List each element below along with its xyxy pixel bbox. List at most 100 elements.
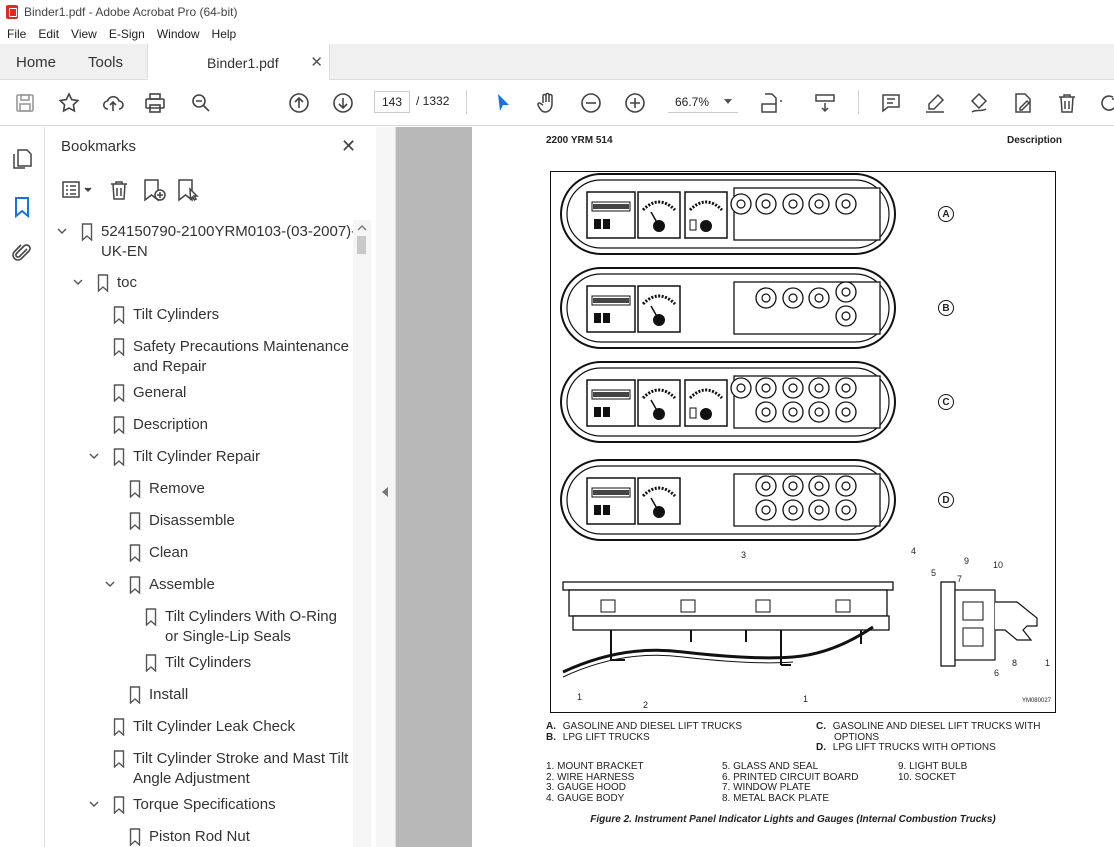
bookmark-item[interactable]: Clean [105,543,363,563]
close-tab-icon[interactable]: ✕ [310,53,323,71]
bookmark-star-icon[interactable] [56,90,82,116]
page-number-input[interactable]: 143 [374,91,410,113]
bookmark-item[interactable]: Remove [105,479,363,499]
next-page-icon[interactable] [330,90,356,116]
bookmark-item[interactable]: Torque Specifications [89,795,363,815]
bookmark-item[interactable]: Tilt Cylinders With O-Ring or Single-Lip … [121,607,363,647]
bookmark-item[interactable]: Tilt Cylinder Stroke and Mast Tilt Angle … [89,749,363,789]
select-cursor-icon[interactable] [490,90,516,116]
bookmark-from-selection-icon[interactable] [175,178,201,202]
bookmark-item[interactable]: Tilt Cylinder Repair [89,447,363,467]
legend-right: C. GASOLINE AND DIESEL LIFT TRUCKS WITH … [816,721,1040,754]
chevron-down-icon [724,99,732,104]
panel-letter-label: A [938,206,954,222]
hand-tool-icon[interactable] [534,90,560,116]
bookmark-label: toc [117,273,363,293]
edit-pdf-icon[interactable] [1010,90,1036,116]
scroll-up-icon[interactable] [353,222,371,234]
previous-page-icon[interactable] [286,90,312,116]
bookmark-label-line: UK-EN [101,243,148,260]
zoom-out-icon[interactable] [578,90,604,116]
chevron-down-icon[interactable] [89,451,99,461]
document-viewer[interactable]: 2200 YRM 514 Description A B C D 3 4 5 9… [396,127,1114,847]
attachments-paperclip-icon[interactable] [10,241,34,265]
comment-icon[interactable] [878,90,904,116]
rotate-icon[interactable] [1096,90,1114,116]
menu-help[interactable]: Help [205,27,242,41]
bookmark-item[interactable]: Install [105,685,363,705]
delete-bookmark-icon[interactable] [107,178,131,202]
callout-number: 6 [994,668,1000,678]
bookmark-icon [113,338,125,356]
close-panel-icon[interactable]: ✕ [341,136,356,157]
bookmarks-panel-icon[interactable] [10,195,34,219]
upload-cloud-icon[interactable] [100,90,126,116]
chevron-down-icon[interactable] [105,579,115,589]
bookmark-label: Tilt Cylinder Repair [133,447,363,467]
collapse-panel-icon[interactable] [382,487,388,497]
draw-pen-icon[interactable] [966,90,992,116]
menu-window[interactable]: Window [150,27,205,41]
tab-document[interactable]: Binder1.pdf ✕ [147,44,330,81]
bookmark-item[interactable]: General [89,383,363,403]
part-item: 7. WINDOW PLATE [722,782,811,793]
callout-number: 10 [993,560,1004,570]
bookmark-item[interactable]: Description [89,415,363,435]
parts-list-col2: 5. GLASS AND SEAL 6. PRINTED CIRCUIT BOAR… [722,761,859,804]
chevron-down-icon[interactable] [89,799,99,809]
callout-number: 3 [741,550,747,560]
bookmark-label: Tilt Cylinders [133,305,363,325]
bookmark-icon [129,512,141,530]
print-icon[interactable] [142,90,168,116]
menu-file[interactable]: File [0,27,31,41]
page-fit-icon[interactable] [758,90,784,116]
bookmarks-scrollbar[interactable] [353,220,371,847]
bookmark-item[interactable]: Piston Rod Nut [105,827,363,847]
indicator-light [755,377,777,399]
bookmark-label-line: Remove [149,480,205,497]
bookmark-tree: 524150790-2100YRM0103-(03-2007)- UK-EN toc… [45,222,363,847]
zoom-search-icon[interactable] [188,90,214,116]
indicator-light [755,475,777,497]
bookmark-label-line: toc [117,274,138,291]
bookmark-label: Safety Precautions Maintenance and Repair [133,337,363,377]
menu-edit[interactable]: Edit [31,27,64,41]
bookmark-item[interactable]: Safety Precautions Maintenance and Repair [89,337,363,377]
panel-letter-label: C [938,394,954,410]
legend-text: LPG LIFT TRUCKS WITH OPTIONS [832,742,996,753]
indicator-light [730,377,752,399]
bookmark-item[interactable]: toc [73,273,363,293]
tab-tools[interactable]: Tools [88,44,123,80]
chevron-down-icon[interactable] [57,226,67,236]
bookmark-options-icon[interactable] [61,179,95,201]
delete-trash-icon[interactable] [1054,90,1080,116]
new-bookmark-icon[interactable] [141,178,167,202]
chevron-down-icon[interactable] [73,277,83,287]
bookmark-item[interactable]: 524150790-2100YRM0103-(03-2007)- UK-EN [57,222,363,262]
legend-key: D. [816,742,826,753]
highlight-pen-icon[interactable] [922,90,948,116]
callout-number: 7 [957,574,963,584]
bookmark-item[interactable]: Tilt Cylinder Leak Check [89,717,363,737]
menu-esign[interactable]: E-Sign [102,27,150,41]
indicator-light [755,401,777,423]
zoom-level-select[interactable]: 66.7% [668,91,738,113]
zoom-in-icon[interactable] [622,90,648,116]
part-item: 4. GAUGE BODY [546,792,625,804]
bookmark-label-line: Description [133,416,209,433]
panel-collapse-strip[interactable] [376,127,396,847]
menu-view[interactable]: View [64,27,102,41]
scroll-mode-icon[interactable] [812,90,838,116]
tab-home[interactable]: Home [16,44,56,80]
pages-thumbnails-icon[interactable] [10,147,34,171]
parts-list-col1: 1. MOUNT BRACKET 2. WIRE HARNESS 3. GAUGE … [546,761,644,804]
bookmark-label-line: Torque Specifications [133,796,276,813]
bookmark-label: Tilt Cylinder Stroke and Mast Tilt Angle … [133,749,363,789]
scrollbar-thumb[interactable] [357,236,366,254]
bookmark-item[interactable]: Tilt Cylinders [89,305,363,325]
bookmark-item[interactable]: Tilt Cylinders [121,653,363,673]
bookmark-item[interactable]: Assemble [105,575,363,595]
save-icon[interactable] [12,90,38,116]
page-header-left: 2200 YRM 514 [546,135,613,146]
bookmark-item[interactable]: Disassemble [105,511,363,531]
